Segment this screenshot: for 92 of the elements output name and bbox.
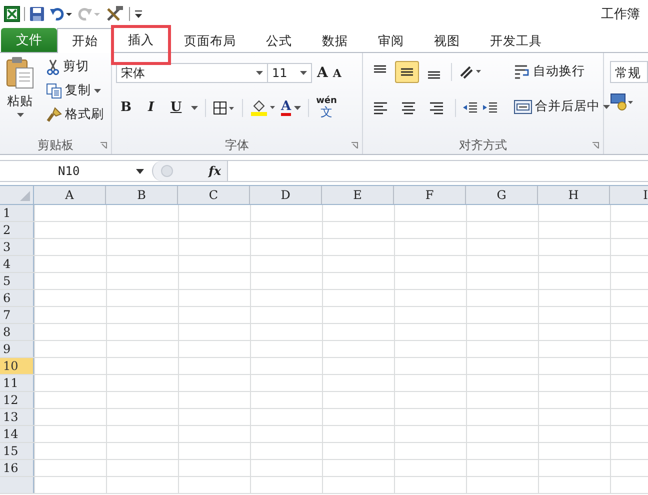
row-header[interactable]: 10	[0, 358, 34, 374]
alignment-lines-icon	[427, 70, 441, 80]
group-label: 对齐方式	[459, 136, 507, 154]
undo-icon[interactable]	[49, 6, 73, 22]
row-header[interactable]: 4	[0, 256, 34, 272]
caret-icon	[136, 168, 144, 174]
row-header[interactable]: 6	[0, 290, 34, 306]
number-format-dropdown[interactable]: 常规	[610, 61, 648, 83]
phonetic-button[interactable]: wén 文	[316, 97, 337, 118]
save-icon[interactable]	[29, 6, 45, 22]
ribbon-tab[interactable]: 数据	[307, 29, 363, 53]
ribbon-tab[interactable]: 开始	[57, 28, 113, 53]
merge-center-button[interactable]: 合并后居中	[514, 96, 610, 117]
dialog-launcher-icon[interactable]	[351, 142, 358, 148]
alignment-lines-icon	[373, 100, 389, 116]
row-header[interactable]: 5	[0, 273, 34, 289]
clipboard-button[interactable]: 格式刷	[46, 104, 104, 125]
currency-icon[interactable]	[610, 93, 636, 111]
row-header[interactable]: 9	[0, 341, 34, 357]
wrap-text-button[interactable]: 自动换行	[514, 61, 610, 82]
caret-icon	[16, 113, 24, 117]
wrap-text-icon	[514, 64, 530, 80]
clipboard-button[interactable]: 复制	[46, 80, 104, 101]
row-header[interactable]: 16	[0, 460, 34, 476]
row-header[interactable]: 12	[0, 392, 34, 408]
formula-bar-handle[interactable]	[161, 165, 173, 177]
brush-icon	[46, 106, 62, 122]
orientation-icon[interactable]	[458, 64, 482, 80]
column-header[interactable]: B	[106, 186, 178, 204]
increase-font-button[interactable]: A	[317, 65, 328, 81]
column-header[interactable]: C	[178, 186, 250, 204]
row-header[interactable]: 1	[0, 205, 34, 221]
row-header[interactable]: 14	[0, 426, 34, 442]
row-header[interactable]: 13	[0, 409, 34, 425]
caret-icon	[256, 71, 263, 75]
ribbon-tab[interactable]: 插入	[113, 27, 169, 63]
alignment-lines-icon	[429, 100, 445, 116]
font-style-button[interactable]: I	[141, 100, 161, 115]
column-header[interactable]: H	[538, 186, 610, 204]
font-color-button[interactable]: A	[281, 100, 302, 116]
row-header[interactable]: 7	[0, 307, 34, 323]
vertical-align-button[interactable]	[395, 61, 419, 83]
tools-icon[interactable]	[105, 4, 125, 22]
excel-logo-icon[interactable]	[4, 6, 20, 22]
alignment-lines-icon	[401, 100, 417, 116]
font-style-button[interactable]: B	[116, 100, 136, 115]
font-name-dropdown[interactable]: 宋体	[116, 63, 268, 83]
row-header[interactable]: 15	[0, 443, 34, 459]
group-label: 剪贴板	[38, 136, 74, 154]
dialog-launcher-icon[interactable]	[592, 142, 599, 148]
customize-dropdown-icon[interactable]	[134, 8, 143, 18]
font-style-button[interactable]: U	[166, 100, 186, 115]
alignment-lines-icon	[373, 64, 387, 74]
ribbon-tab[interactable]: 视图	[419, 29, 475, 53]
row-header[interactable]: 3	[0, 239, 34, 255]
copy-icon	[46, 82, 62, 98]
column-header[interactable]: D	[250, 186, 322, 204]
borders-icon[interactable]	[213, 100, 235, 114]
ribbon-tab[interactable]: 开发工具	[475, 29, 557, 53]
row-header[interactable]: 8	[0, 324, 34, 340]
name-box[interactable]: N10	[0, 161, 152, 181]
merge-cells-icon	[514, 98, 532, 114]
dialog-launcher-icon[interactable]	[100, 142, 107, 148]
file-tab[interactable]: 文件	[1, 28, 57, 52]
window-title: 工作簿	[601, 6, 641, 22]
row-header[interactable]: 11	[0, 375, 34, 391]
column-header[interactable]: G	[466, 186, 538, 204]
insert-function-button[interactable]: fx	[208, 164, 221, 178]
caret-icon	[300, 71, 307, 75]
caret-icon	[94, 88, 101, 92]
ribbon-tab[interactable]: 公式	[251, 29, 307, 53]
ribbon-tab[interactable]: 页面布局	[169, 29, 251, 53]
alignment-lines-icon	[400, 67, 414, 77]
group-label: 字体	[225, 136, 249, 154]
row-header[interactable]	[0, 477, 34, 493]
clipboard-button[interactable]: 剪切	[46, 56, 104, 77]
decrease-font-button[interactable]: A	[332, 66, 342, 80]
paste-button[interactable]: 粘贴	[2, 56, 38, 133]
column-header[interactable]: I	[610, 186, 648, 204]
fill-color-icon[interactable]	[250, 100, 276, 116]
column-header[interactable]: A	[34, 186, 106, 204]
font-size-dropdown[interactable]: 11	[267, 63, 312, 83]
ribbon-tab[interactable]: 审阅	[363, 29, 419, 53]
scissors-icon	[46, 58, 60, 74]
caret-icon	[294, 106, 302, 110]
row-header[interactable]: 2	[0, 222, 34, 238]
column-header[interactable]: E	[322, 186, 394, 204]
caret-icon	[603, 104, 610, 108]
triangle-icon	[20, 191, 30, 201]
clipboard-icon	[5, 56, 35, 90]
column-header[interactable]: F	[394, 186, 466, 204]
caret-icon	[191, 106, 198, 110]
